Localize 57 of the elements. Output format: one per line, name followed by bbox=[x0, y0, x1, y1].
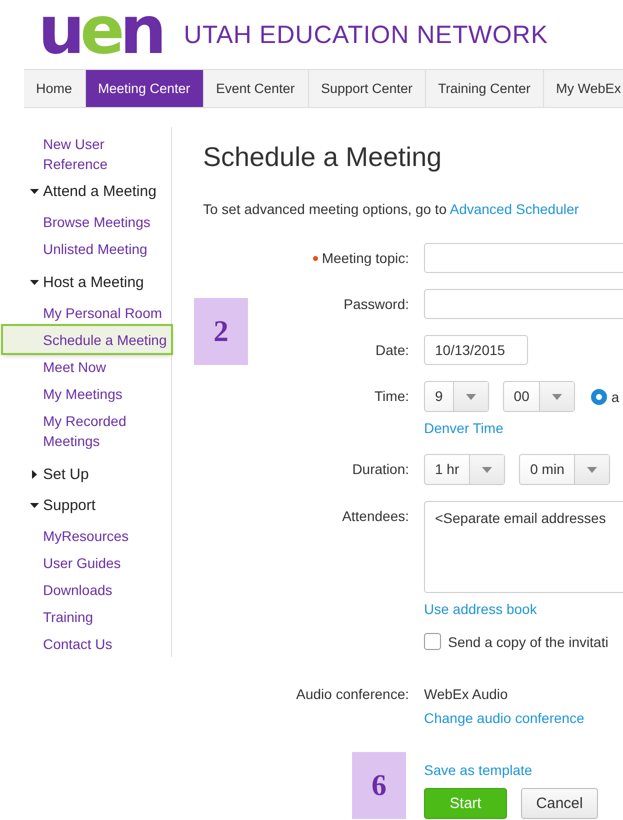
sidebar-link[interactable]: User Guides bbox=[0, 549, 172, 576]
minutes-dropdown[interactable]: 0 min bbox=[519, 454, 610, 485]
field-label: Date: bbox=[374, 341, 409, 360]
sidebar-link[interactable]: My Meetings bbox=[0, 380, 172, 407]
sidebar-link[interactable]: Meet Now bbox=[0, 353, 172, 380]
radio-label: a bbox=[611, 388, 620, 404]
field-label: Time: bbox=[374, 387, 409, 406]
dropdown-arrow-icon bbox=[552, 394, 562, 400]
sidebar-link[interactable]: Schedule a Meeting bbox=[3, 326, 171, 353]
nav-tab[interactable]: Meeting Center bbox=[86, 70, 204, 107]
caret-down-icon[interactable] bbox=[30, 501, 39, 510]
caret-down-icon[interactable] bbox=[30, 278, 39, 287]
nav-tab[interactable]: Event Center bbox=[204, 70, 309, 107]
field-label: Audio conference: bbox=[295, 686, 409, 702]
text-field[interactable] bbox=[424, 243, 623, 273]
sidebar-link[interactable]: Training bbox=[0, 603, 172, 630]
date-field[interactable]: 10/13/2015 bbox=[424, 335, 528, 365]
hour-dropdown[interactable]: 9 bbox=[424, 381, 489, 412]
dropdown-arrow-icon bbox=[482, 466, 492, 472]
sidebar-heading[interactable]: Host a Meeting bbox=[43, 273, 144, 293]
nav-tab[interactable]: My WebEx bbox=[544, 70, 623, 107]
intro-text: To set advanced meeting options, go to Advanced Scheduler bbox=[203, 200, 580, 219]
site-title: UTAH EDUCATION NETWORK bbox=[184, 20, 548, 50]
page-title: Schedule a Meeting bbox=[203, 141, 443, 173]
logo: uen bbox=[38, 2, 162, 66]
hours-dropdown[interactable]: 1 hr bbox=[424, 454, 506, 485]
step-number-badge: 6 bbox=[352, 752, 406, 819]
sidebar-link[interactable]: Browse Meetings bbox=[0, 208, 172, 235]
field-label: Duration: bbox=[351, 460, 409, 479]
sidebar-heading[interactable]: Attend a Meeting bbox=[43, 182, 156, 202]
field-label: Password: bbox=[342, 295, 409, 314]
nav-tab[interactable]: Training Center bbox=[426, 70, 544, 107]
sidebar-heading[interactable]: Set Up bbox=[43, 465, 89, 485]
sidebar-link[interactable]: My Personal Room bbox=[0, 299, 172, 326]
text-field[interactable] bbox=[424, 289, 623, 319]
caret-down-icon[interactable] bbox=[30, 187, 39, 196]
sidebar-link[interactable]: Downloads bbox=[0, 576, 172, 603]
checkbox-label: Send a copy of the invitati bbox=[448, 634, 608, 650]
caret-right-icon[interactable] bbox=[30, 470, 39, 479]
sidebar-link[interactable]: New User Reference bbox=[0, 130, 172, 177]
radio-button[interactable] bbox=[591, 388, 608, 404]
dropdown-arrow-icon bbox=[466, 394, 476, 400]
sidebar-link[interactable]: Contact Us bbox=[0, 630, 172, 657]
sidebar-link[interactable]: Unlisted Meeting bbox=[0, 235, 172, 262]
sidebar-link[interactable]: MyResources bbox=[0, 522, 172, 549]
nav-tab[interactable]: Support Center bbox=[309, 70, 426, 107]
dropdown-arrow-icon bbox=[587, 466, 598, 472]
step-number-badge: 2 bbox=[194, 298, 248, 365]
attendees-field[interactable]: <Separate email addresses bbox=[424, 501, 623, 593]
cancel-button[interactable]: Cancel bbox=[521, 788, 598, 819]
field-label: Attendees: bbox=[341, 507, 409, 526]
audio-value: WebEx Audio bbox=[424, 686, 508, 702]
checkbox[interactable] bbox=[424, 633, 441, 650]
sidebar-heading[interactable]: Support bbox=[43, 496, 96, 516]
field-label: Meeting topic: bbox=[203, 243, 409, 273]
minute-dropdown[interactable]: 00 bbox=[502, 381, 576, 412]
sidebar-link[interactable]: My Recorded Meetings bbox=[0, 407, 172, 454]
